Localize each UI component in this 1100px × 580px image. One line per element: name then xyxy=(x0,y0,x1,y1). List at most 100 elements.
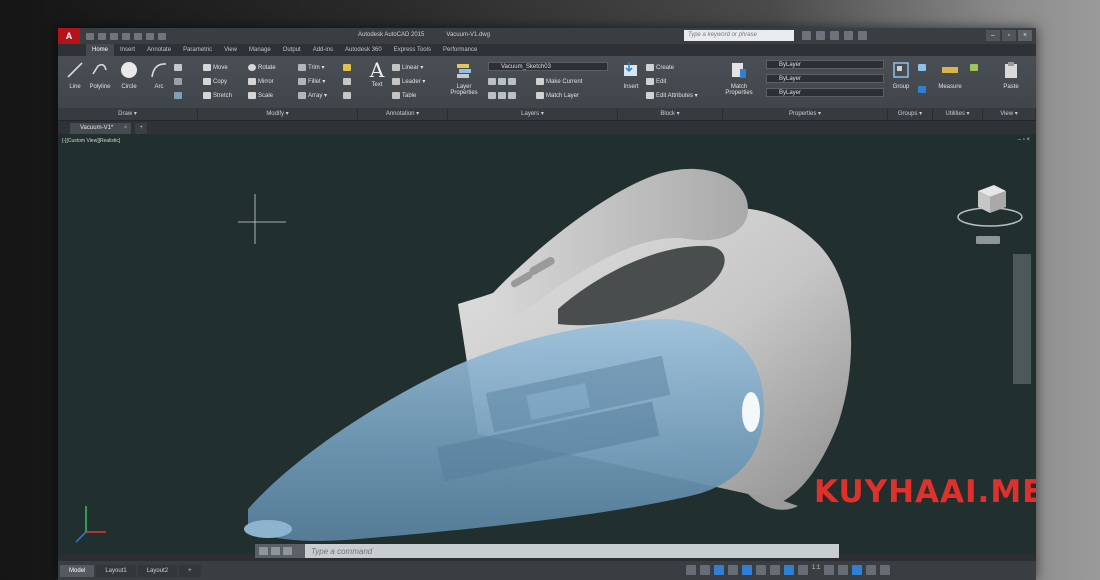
ungroup-tool[interactable] xyxy=(918,64,926,71)
polyline-tool[interactable]: Polyline xyxy=(85,60,115,90)
measure-tool[interactable]: Measure xyxy=(935,60,965,90)
scale-tool[interactable]: Scale xyxy=(248,92,273,99)
tab-layout2[interactable]: Layout2 xyxy=(137,564,178,577)
isolate-icon[interactable] xyxy=(838,565,849,575)
match-layer-tool[interactable]: Match Layer xyxy=(536,92,579,99)
tab-add-ins[interactable]: Add-ins xyxy=(307,44,339,56)
tab-output[interactable]: Output xyxy=(277,44,307,56)
layer-isolate-icon[interactable] xyxy=(498,78,506,85)
layers-panel-title[interactable]: Layers ▾ xyxy=(448,108,618,120)
utilities-panel-title[interactable]: Utilities ▾ xyxy=(933,108,983,120)
workspace-icon[interactable] xyxy=(784,565,794,575)
layer-off-icon[interactable] xyxy=(488,78,496,85)
file-tab-close-icon[interactable]: × xyxy=(124,123,128,134)
otrack-icon[interactable] xyxy=(756,565,766,575)
snap-icon[interactable] xyxy=(700,565,710,575)
modify-panel-title[interactable]: Modify ▾ xyxy=(198,108,358,120)
group-tool[interactable]: Group xyxy=(888,60,914,90)
mirror-tool[interactable]: Mirror xyxy=(248,78,274,85)
drawing-viewport[interactable]: [-][Custom View][Realistic] – ▫ × KUYHAA… xyxy=(58,134,1036,554)
draw-panel-title[interactable]: Draw ▾ xyxy=(58,108,198,120)
polar-icon[interactable] xyxy=(728,565,738,575)
tab-insert[interactable]: Insert xyxy=(114,44,141,56)
create-block-tool[interactable]: Create xyxy=(646,64,674,71)
lineweight-dropdown[interactable]: ByLayer xyxy=(766,88,884,97)
explode-tool[interactable] xyxy=(343,78,351,85)
stretch-tool[interactable]: Stretch xyxy=(203,92,232,99)
layer-lock-icon[interactable] xyxy=(488,92,496,99)
save-as-icon[interactable] xyxy=(122,32,130,40)
scale-readout[interactable]: 1:1 xyxy=(812,565,820,575)
lineweight-icon[interactable] xyxy=(770,565,780,575)
viewcube[interactable] xyxy=(950,169,1030,239)
tab-autodesk-360[interactable]: Autodesk 360 xyxy=(339,44,388,56)
minimize-button[interactable]: – xyxy=(986,30,1000,41)
save-icon[interactable] xyxy=(110,32,118,40)
move-tool[interactable]: Move xyxy=(203,64,228,71)
vacuum-model[interactable] xyxy=(244,168,852,541)
new-icon[interactable] xyxy=(86,32,94,40)
properties-panel-title[interactable]: Properties ▾ xyxy=(723,108,888,120)
layer-freeze-icon[interactable] xyxy=(508,78,516,85)
linetype-dropdown[interactable]: ByLayer xyxy=(766,74,884,83)
insert-tool[interactable]: Insert xyxy=(616,60,646,90)
open-icon[interactable] xyxy=(98,32,106,40)
undo-icon[interactable] xyxy=(146,32,154,40)
command-input[interactable] xyxy=(305,546,805,556)
annotation-panel-title[interactable]: Annotation ▾ xyxy=(358,108,448,120)
user-icon[interactable] xyxy=(816,31,825,40)
linear-dimension-tool[interactable]: Linear ▾ xyxy=(392,64,423,71)
navigation-bar[interactable] xyxy=(1013,254,1031,384)
tab-annotate[interactable]: Annotate xyxy=(141,44,177,56)
annotation-scale-icon[interactable] xyxy=(798,565,808,575)
close-button[interactable]: × xyxy=(1018,30,1032,41)
add-layout-button[interactable]: + xyxy=(179,564,201,577)
new-tab-button[interactable]: + xyxy=(135,123,148,134)
layer-dropdown[interactable]: Vacuum_Sketch03 xyxy=(488,62,608,71)
hardware-acceleration-icon[interactable] xyxy=(852,565,863,575)
array-tool[interactable]: Array ▾ xyxy=(298,92,327,99)
rotate-tool[interactable]: Rotate xyxy=(248,64,276,71)
color-dropdown[interactable]: ByLayer xyxy=(766,60,884,69)
maximize-button[interactable]: ▫ xyxy=(1002,30,1016,41)
offset-tool[interactable] xyxy=(343,92,351,99)
gear-icon[interactable] xyxy=(824,565,835,575)
tab-home[interactable]: Home xyxy=(86,44,115,56)
star-icon[interactable] xyxy=(844,31,853,40)
print-icon[interactable] xyxy=(134,32,142,40)
tab-view[interactable]: View xyxy=(218,44,243,56)
block-panel-title[interactable]: Block ▾ xyxy=(618,108,723,120)
copy-tool[interactable]: Copy xyxy=(203,78,227,85)
fillet-tool[interactable]: Fillet ▾ xyxy=(298,78,325,85)
wrench-icon[interactable] xyxy=(271,547,280,555)
group-edit-tool[interactable] xyxy=(918,86,926,93)
table-tool[interactable]: Table xyxy=(392,92,416,99)
application-menu-button[interactable]: A xyxy=(58,28,80,44)
command-prompt-icon[interactable] xyxy=(283,547,292,555)
trim-tool[interactable]: Trim ▾ xyxy=(298,64,324,71)
grid-icon[interactable] xyxy=(686,565,696,575)
tab-manage[interactable]: Manage xyxy=(243,44,277,56)
layer-unisolate-icon[interactable] xyxy=(498,92,506,99)
hatch-tool[interactable] xyxy=(174,78,182,85)
match-properties-tool[interactable]: Match Properties xyxy=(722,60,756,96)
region-tool[interactable] xyxy=(174,92,182,99)
utility-tool-1[interactable] xyxy=(970,64,978,71)
close-icon[interactable] xyxy=(259,547,268,555)
erase-tool[interactable] xyxy=(343,64,351,71)
redo-icon[interactable] xyxy=(158,32,166,40)
view-panel-title[interactable]: View ▾ xyxy=(983,108,1036,120)
make-current-tool[interactable]: Make Current xyxy=(536,78,582,85)
rectangle-tool[interactable] xyxy=(174,64,182,71)
leader-tool[interactable]: Leader ▾ xyxy=(392,78,425,85)
arc-tool[interactable]: Arc xyxy=(144,60,174,90)
help-search-input[interactable]: Type a keyword or phrase xyxy=(684,30,794,41)
exchange-icon[interactable] xyxy=(830,31,839,40)
wcs-menu-button[interactable] xyxy=(976,236,1000,244)
layer-thaw-icon[interactable] xyxy=(508,92,516,99)
customization-icon[interactable] xyxy=(880,565,891,575)
edit-block-tool[interactable]: Edit xyxy=(646,78,666,85)
tab-performance[interactable]: Performance xyxy=(437,44,483,56)
layer-properties-tool[interactable]: Layer Properties xyxy=(446,60,482,96)
ortho-icon[interactable] xyxy=(714,565,724,575)
